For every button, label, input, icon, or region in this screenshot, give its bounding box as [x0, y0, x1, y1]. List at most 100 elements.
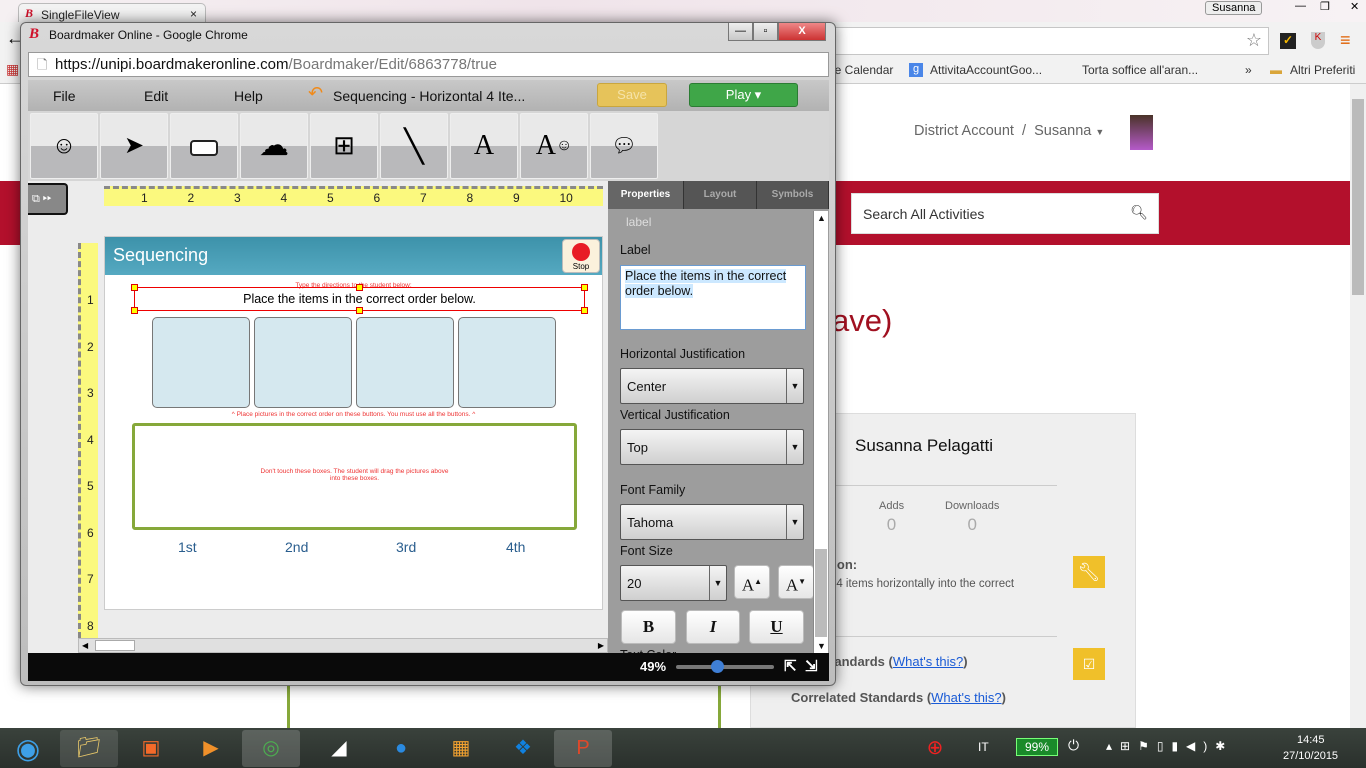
avatar[interactable]: [1130, 115, 1153, 150]
menu-file[interactable]: File: [53, 88, 76, 104]
tray-icons[interactable]: ▴⊞⚑▯▮◀)✱: [1106, 739, 1233, 753]
media-player-icon[interactable]: ▶: [182, 730, 240, 767]
user-menu[interactable]: Susanna: [1034, 123, 1091, 139]
whats-this-link[interactable]: What's this?: [931, 690, 1001, 705]
caret-down-icon[interactable]: ▼: [1095, 127, 1104, 137]
clock-date[interactable]: 27/10/2015: [1283, 750, 1338, 762]
sequence-button-3[interactable]: [356, 317, 454, 408]
decrease-font-button[interactable]: A▼: [778, 565, 814, 599]
app-icon[interactable]: ◢: [310, 730, 368, 767]
star-icon[interactable]: ☆: [1246, 30, 1262, 51]
italic-button[interactable]: I: [686, 610, 740, 644]
increase-font-button[interactable]: A▲: [734, 565, 770, 599]
chrome-icon[interactable]: ◎: [242, 730, 300, 767]
clock-time[interactable]: 14:45: [1297, 734, 1325, 746]
dropbox-icon[interactable]: ❖: [494, 730, 552, 767]
minimize-button[interactable]: —: [728, 23, 753, 41]
collapse-icon[interactable]: ⇲: [805, 657, 818, 675]
district-account-link[interactable]: District Account: [914, 123, 1014, 139]
close-icon[interactable]: ✕: [1350, 0, 1359, 13]
menu-icon[interactable]: ≡: [1340, 30, 1351, 51]
horizontal-scrollbar[interactable]: ◀ ▶: [78, 638, 608, 653]
hjust-select[interactable]: Center ▼: [620, 368, 804, 404]
menu-help[interactable]: Help: [234, 88, 263, 104]
url-bar[interactable]: 🗋 https://unipi.boardmakeronline.com/Boar…: [28, 52, 829, 77]
activity-page[interactable]: Sequencing Stop Type the directions to t…: [104, 236, 603, 610]
maximize-button[interactable]: ▫: [753, 23, 778, 41]
sequence-button-2[interactable]: [254, 317, 352, 408]
font-size-select[interactable]: 20 ▼: [620, 565, 727, 601]
author-name: Susanna Pelagatti: [855, 436, 993, 455]
language-indicator[interactable]: IT: [978, 740, 989, 754]
thunderbird-icon[interactable]: ●: [372, 730, 430, 767]
editor-canvas[interactable]: ⧉ ▸▸ 1 2 3 4 5 6 7 8 9 10 1 2 3 4 5 6 7 8 Sequencing Sto…: [28, 181, 608, 653]
resize-handle[interactable]: [131, 284, 138, 291]
expand-icon[interactable]: ⇱: [784, 657, 797, 675]
bookmark[interactable]: Torta soffice all'aran...: [1082, 63, 1198, 77]
norton-icon[interactable]: ✓: [1280, 33, 1296, 49]
kaspersky-icon[interactable]: K: [1311, 32, 1325, 49]
button-tool[interactable]: [170, 113, 238, 179]
tab-symbols[interactable]: Symbols: [757, 181, 829, 209]
symbolate-tool[interactable]: A☺: [520, 113, 588, 179]
search-input[interactable]: Search All Activities 🔍︎: [851, 193, 1159, 234]
minimize-icon[interactable]: —: [1295, 0, 1306, 12]
more-bookmarks[interactable]: »: [1245, 63, 1252, 77]
other-bookmarks[interactable]: Altri Preferiti: [1290, 63, 1355, 77]
sequence-button-4[interactable]: [458, 317, 556, 408]
bookmark[interactable]: AttivitaAccountGoo...: [930, 63, 1042, 77]
url-path: /Boardmaker/Edit/6863778/true: [288, 56, 497, 73]
restore-icon[interactable]: ❐: [1320, 0, 1330, 13]
power-icon[interactable]: ⏻: [1068, 737, 1079, 754]
underline-button[interactable]: U: [749, 610, 804, 644]
label-textarea[interactable]: Place the items in the correct order bel…: [620, 265, 806, 330]
layers-toggle[interactable]: ⧉ ▸▸: [28, 183, 68, 215]
resize-handle[interactable]: [581, 307, 588, 314]
font-family-select[interactable]: Tahoma ▼: [620, 504, 804, 540]
search-icon[interactable]: 🔍︎: [1130, 204, 1148, 221]
page-scrollbar[interactable]: [1350, 84, 1366, 728]
save-button[interactable]: Save: [597, 83, 667, 107]
resize-handle[interactable]: [131, 307, 138, 314]
play-button[interactable]: Play ▾: [689, 83, 798, 107]
text-tool[interactable]: A: [450, 113, 518, 179]
stop-button[interactable]: Stop: [562, 239, 600, 273]
pointer-tool[interactable]: ➤: [100, 113, 168, 179]
drop-zone[interactable]: Don't touch these boxes. The student wil…: [132, 423, 577, 530]
powerpoint-icon[interactable]: P: [554, 730, 612, 767]
group-tool[interactable]: ⊞: [310, 113, 378, 179]
address-bar[interactable]: ☆: [836, 27, 1269, 55]
sequence-button-1[interactable]: [152, 317, 250, 408]
close-button[interactable]: X: [778, 23, 826, 41]
resize-handle[interactable]: [356, 284, 363, 291]
photos-icon[interactable]: ▣: [122, 730, 180, 767]
bookmark[interactable]: le Calendar: [832, 63, 893, 77]
bold-button[interactable]: B: [621, 610, 676, 644]
undo-icon[interactable]: ↶: [308, 83, 323, 104]
tray-app-icon[interactable]: ⊕: [910, 730, 960, 767]
directions-label[interactable]: Place the items in the correct order bel…: [131, 284, 588, 314]
start-button[interactable]: ◉: [0, 730, 56, 767]
tab-layout[interactable]: Layout: [684, 181, 757, 209]
vjust-select[interactable]: Top ▼: [620, 429, 804, 465]
resize-handle[interactable]: [581, 284, 588, 291]
panel-scrollbar[interactable]: ▲ ▼: [813, 211, 828, 653]
tab-properties[interactable]: Properties: [608, 181, 684, 209]
resize-handle[interactable]: [356, 307, 363, 314]
menu-edit[interactable]: Edit: [144, 88, 168, 104]
profile-badge[interactable]: Susanna: [1205, 1, 1263, 15]
line-tool[interactable]: ╲: [380, 113, 448, 179]
add-standards-icon[interactable]: ☑: [1073, 648, 1105, 680]
symbol-tool[interactable]: ☺: [30, 113, 98, 179]
zoom-slider[interactable]: [676, 660, 774, 673]
wrench-icon[interactable]: 🔧︎: [1073, 556, 1105, 588]
zoom-slider-thumb[interactable]: [711, 660, 725, 673]
grid-app-icon[interactable]: ▦: [432, 730, 490, 767]
battery-indicator[interactable]: 99%: [1016, 738, 1058, 756]
speech-bubble-tool[interactable]: 💬︎: [590, 113, 658, 179]
whats-this-link[interactable]: What's this?: [893, 654, 963, 669]
explorer-icon[interactable]: 📁︎: [60, 730, 118, 767]
close-tab-icon[interactable]: ×: [190, 7, 197, 21]
freeform-tool[interactable]: ☁: [240, 113, 308, 179]
apps-icon[interactable]: ▦: [6, 61, 19, 78]
